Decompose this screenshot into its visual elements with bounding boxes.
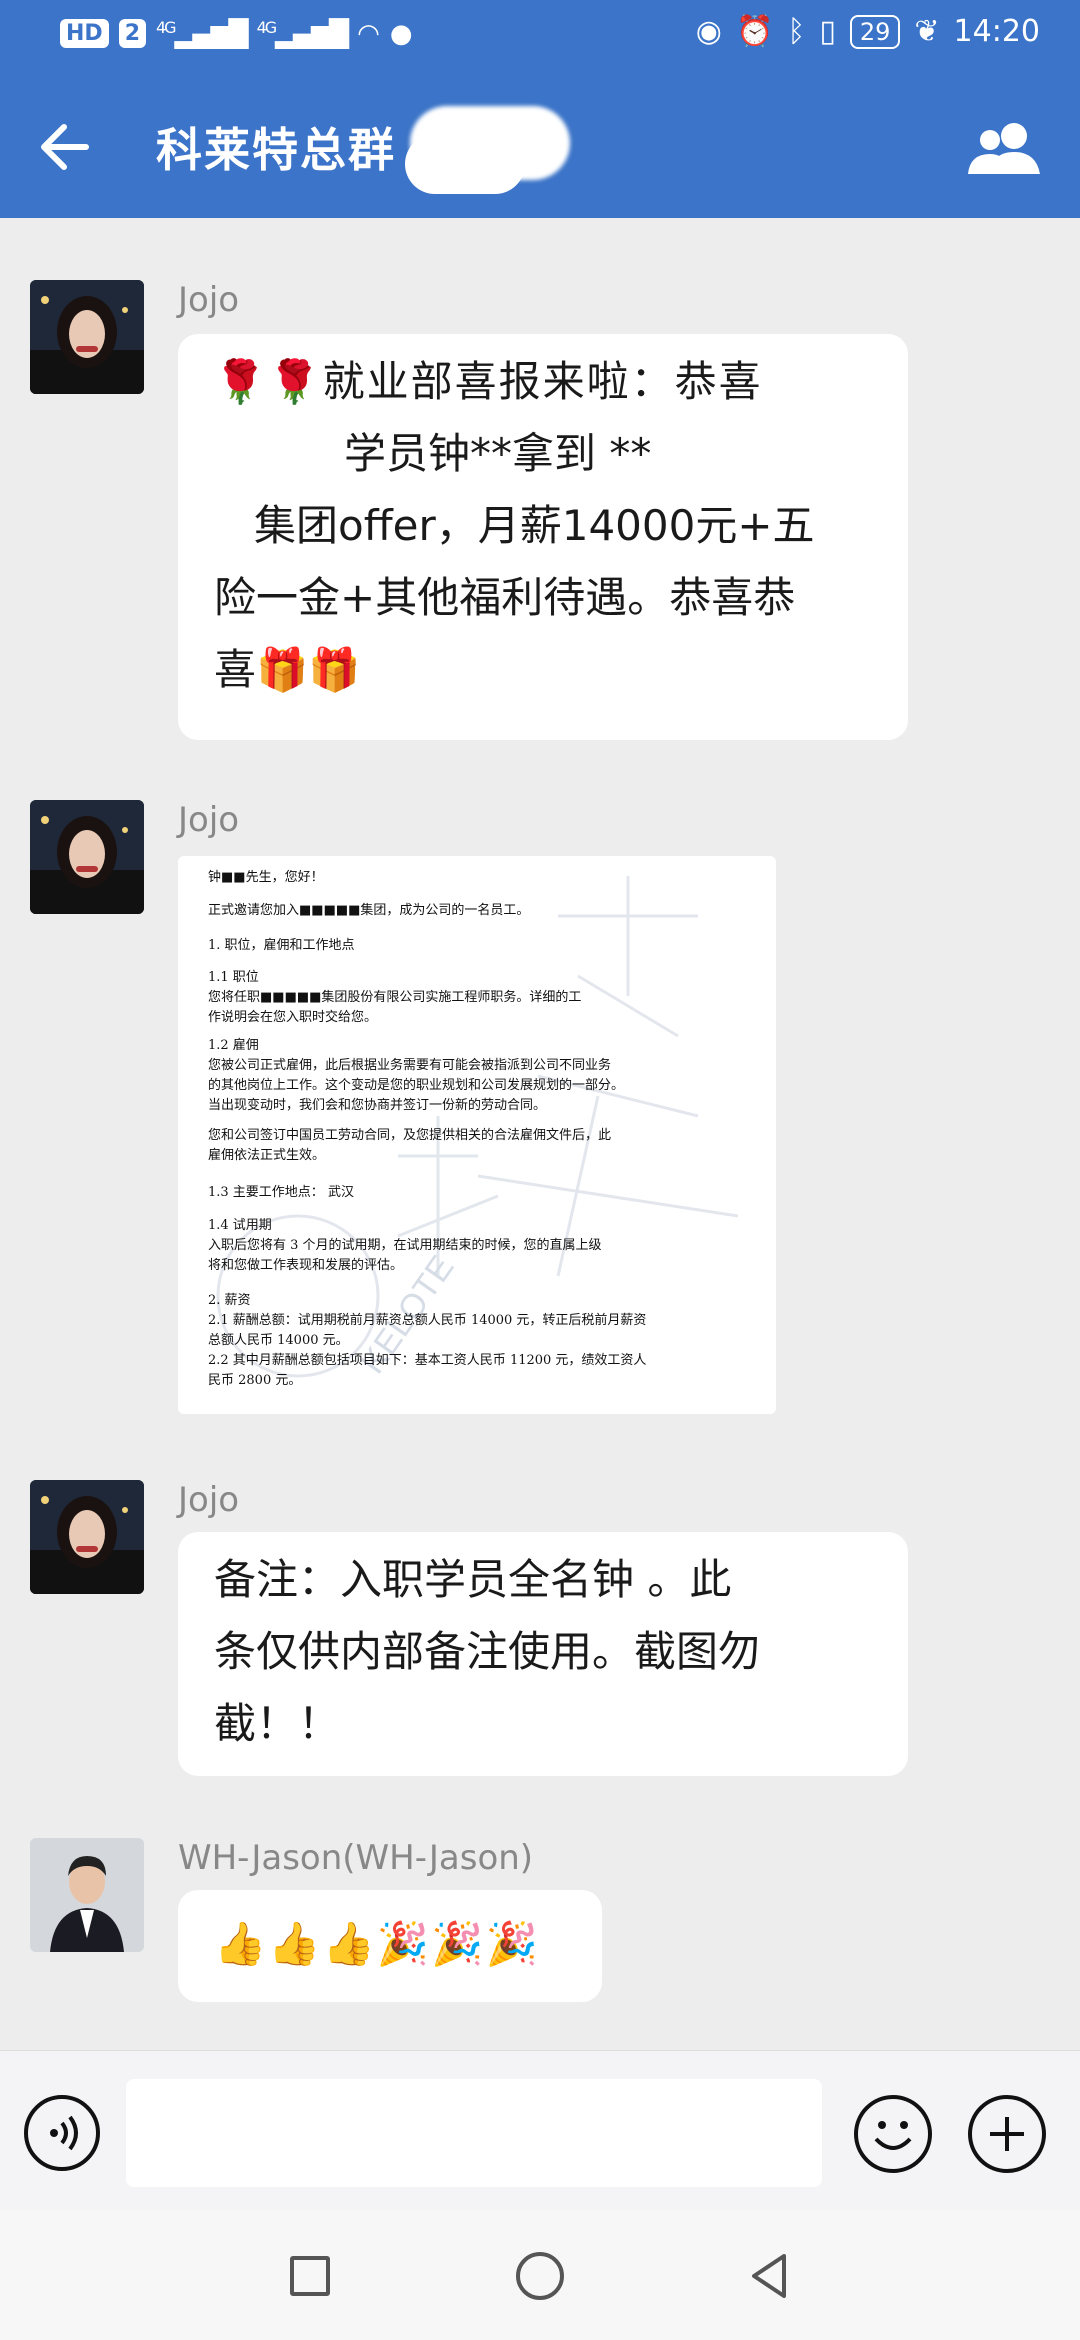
eye-icon: ◉ xyxy=(695,14,722,49)
document-text-line: 入职后您将有 3 个月的试用期，在试用期结束的时候，您的直属上级 xyxy=(208,1237,602,1253)
message-bubble[interactable]: 备注：入职学员全名钟 。此 条仅供内部备注使用。截图勿 截！！ xyxy=(178,1532,908,1776)
back-triangle-icon[interactable] xyxy=(744,2250,796,2302)
document-text-line: 1.3 主要工作地点： 武汉 xyxy=(208,1185,354,1200)
message-bubble[interactable]: 👍👍👍🎉🎉🎉 xyxy=(178,1890,602,2002)
status-left: HD 2 4G▂▄▆█ 4G▂▄▆█ ◠ ● xyxy=(60,18,413,50)
alarm-icon: ⏰ xyxy=(735,14,774,49)
document-text-line: 1.4 试用期 xyxy=(208,1217,272,1233)
document-text-line: 雇佣依法正式生效。 xyxy=(208,1147,326,1163)
smiley-icon xyxy=(874,2121,912,2150)
clock: 14:20 xyxy=(953,14,1040,49)
document-text-line: 正式邀请您加入■■■■■集团，成为公司的一名员工。 xyxy=(208,902,530,918)
signal-icon-2: 4G▂▄▆█ xyxy=(256,18,350,50)
document-text-line: 2. 薪资 xyxy=(208,1292,251,1308)
message-text-line: 👍👍👍🎉🎉🎉 xyxy=(214,1919,540,1968)
wifi-icon: ◠ xyxy=(357,18,380,49)
status-right: ◉ ⏰ ᛒ ▯ 29 ❦ 14:20 xyxy=(696,14,1040,49)
signal-icon: 4G▂▄▆█ xyxy=(156,18,249,50)
chat-header: 科莱特总群 xyxy=(0,76,1080,218)
leaf-icon: ❦ xyxy=(914,14,940,49)
voice-icon xyxy=(50,2115,78,2151)
message-icon: ● xyxy=(389,18,413,49)
emoji-button[interactable] xyxy=(854,2095,932,2173)
message-text-line: 截！！ xyxy=(214,1699,341,1748)
document-text-line: 2.2 其中月薪酬总额包括项目如下：基本工资人民币 11200 元，绩效工资人 xyxy=(208,1352,647,1368)
document-text-line: 1. 职位，雇佣和工作地点 xyxy=(208,937,355,953)
input-bar xyxy=(0,2050,1080,2210)
avatar[interactable] xyxy=(30,280,144,394)
sender-name: WH-Jason(WH-Jason) xyxy=(178,1838,534,1878)
document-text-line: 的其他岗位上工作。这个变动是您的职业规划和公司发展规划的一部分。 xyxy=(208,1077,625,1093)
document-text-line: 您和公司签订中国员工劳动合同，及您提供相关的合法雇佣文件后，此 xyxy=(208,1127,612,1143)
back-arrow-icon[interactable] xyxy=(36,112,96,182)
document-text-line: 1.1 职位 xyxy=(208,970,259,985)
message-text-line: 学员钟**拿到 ** xyxy=(344,429,652,478)
avatar[interactable] xyxy=(30,1480,144,1594)
sim-badge: 2 xyxy=(118,19,146,49)
chat-title: 科莱特总群 xyxy=(156,123,396,177)
message-text-line: 🌹🌹就业部喜报来啦：恭喜 xyxy=(214,357,763,406)
message-input[interactable] xyxy=(126,2079,822,2187)
plus-icon xyxy=(990,2117,1024,2151)
voice-input-button[interactable] xyxy=(24,2095,100,2171)
document-text-line: 1.2 雇佣 xyxy=(208,1037,259,1053)
avatar[interactable] xyxy=(30,800,144,914)
system-nav-bar xyxy=(0,2210,1080,2340)
status-bar: HD 2 4G▂▄▆█ 4G▂▄▆█ ◠ ● ◉ ⏰ ᛒ ▯ 29 ❦ 14:2… xyxy=(0,0,1080,76)
message-text-line: 喜🎁🎁 xyxy=(214,645,361,694)
document-text-line: 当出现变动时，我们会和您协商并签订一份新的劳动合同。 xyxy=(208,1097,547,1113)
document-text-line: 2.1 薪酬总额：试用期税前月薪资总额人民币 14000 元，转正后税前月薪资 xyxy=(208,1312,647,1328)
document-text-line: 您将任职■■■■■集团股份有限公司实施工程师职务。详细的工 xyxy=(208,990,582,1005)
document-text-line: 总额人民币 14000 元。 xyxy=(208,1332,349,1348)
battery-indicator: 29 xyxy=(849,14,901,49)
document-text-line: 钟■■先生，您好！ xyxy=(208,870,324,885)
document-text-line: 作说明会在您入职时交给您。 xyxy=(208,1010,378,1025)
sender-name: Jojo xyxy=(178,1480,240,1520)
message-text-line: 集团offer，月薪14000元+五 xyxy=(254,501,815,550)
bluetooth-icon: ᛒ xyxy=(787,14,806,49)
document-text-line: 将和您做工作表现和发展的评估。 xyxy=(208,1257,404,1273)
message-bubble[interactable]: 🌹🌹就业部喜报来啦：恭喜 学员钟**拿到 ** 集团offer，月薪14000元… xyxy=(178,334,908,740)
sender-name: Jojo xyxy=(178,800,240,840)
redaction-blob xyxy=(405,134,525,194)
message-text-line: 险一金+其他福利待遇。恭喜恭 xyxy=(214,573,796,622)
message-text-line: 条仅供内部备注使用。截图勿 xyxy=(214,1627,761,1676)
avatar[interactable] xyxy=(30,1838,144,1952)
hd-badge: HD xyxy=(60,19,109,49)
document-text-line: 您被公司正式雇佣，此后根据业务需要有可能会被指派到公司不同业务 xyxy=(208,1057,612,1073)
more-actions-button[interactable] xyxy=(968,2095,1046,2173)
home-button[interactable] xyxy=(516,2252,564,2300)
group-members-icon[interactable] xyxy=(964,120,1044,176)
message-text-line: 备注：入职学员全名钟 。此 xyxy=(214,1555,732,1604)
sender-name: Jojo xyxy=(178,280,240,320)
vibrate-icon: ▯ xyxy=(819,14,836,49)
recent-apps-button[interactable] xyxy=(290,2256,330,2296)
document-text-line: 民币 2800 元。 xyxy=(208,1372,302,1388)
document-image[interactable]: KELOTE 钟■■先生，您好！ 正式邀请您加入■■■■■集团，成为公司的一名员工… xyxy=(178,856,776,1414)
